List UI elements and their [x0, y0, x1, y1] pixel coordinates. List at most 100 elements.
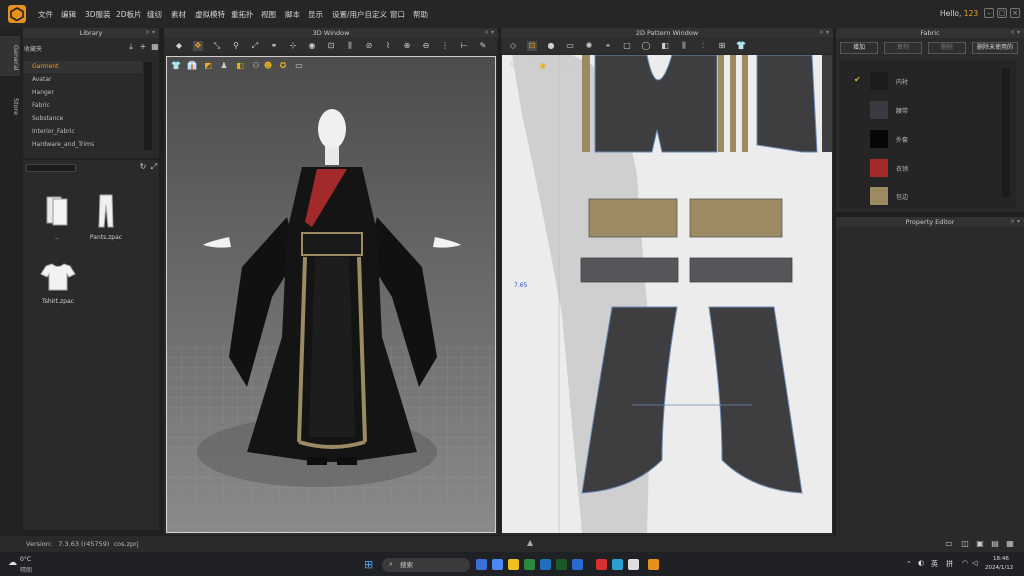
texture-mode-icon[interactable]: ◩: [203, 61, 213, 71]
pattern-view-icon[interactable]: ⤢: [523, 61, 533, 71]
tuck-icon[interactable]: ⊹: [288, 41, 298, 51]
pen-icon[interactable]: ✎: [508, 61, 518, 71]
polygon-icon[interactable]: ▭: [565, 41, 575, 51]
network-icon[interactable]: ◠: [962, 559, 968, 567]
library-item-interior-fabric[interactable]: Interior_Fabric: [24, 126, 142, 138]
fabric-paint-icon[interactable]: ⊞: [717, 41, 727, 51]
menu-2d-pattern[interactable]: 2D板片: [116, 9, 142, 20]
free-sew-icon[interactable]: ⫼: [679, 41, 689, 51]
measure-icon[interactable]: ⤢: [250, 41, 260, 51]
ime-lang[interactable]: 英: [931, 559, 938, 569]
fold-icon[interactable]: ⚭: [269, 41, 279, 51]
avatar-mode-icon[interactable]: 👕: [171, 61, 181, 71]
menu-file[interactable]: 文件: [38, 9, 53, 20]
pin-icon[interactable]: ⚲: [231, 41, 241, 51]
menu-help[interactable]: 帮助: [413, 9, 428, 20]
dart-icon[interactable]: ⌖: [603, 41, 613, 51]
edit-point-icon[interactable]: ●: [546, 41, 556, 51]
fabric-item[interactable]: 包边: [842, 183, 1002, 209]
taskbar-app-icon[interactable]: [556, 559, 567, 570]
transform-icon[interactable]: ⤡: [212, 41, 222, 51]
layout-icon[interactable]: ▭: [944, 539, 954, 549]
taskbar-clo-icon[interactable]: [648, 559, 659, 570]
taskbar-app-icon[interactable]: [628, 559, 639, 570]
copy-fabric-button[interactable]: 复制: [884, 42, 922, 54]
clo-logo-icon[interactable]: [8, 5, 26, 23]
circle-icon[interactable]: ◯: [641, 41, 651, 51]
download-icon[interactable]: ⤓: [126, 42, 136, 52]
floor-icon[interactable]: ▭: [294, 61, 304, 71]
library-item-garment[interactable]: Garment: [24, 61, 142, 73]
fabric-item[interactable]: ✔ 内衬: [842, 68, 1002, 94]
menu-3d-garment[interactable]: 3D服装: [85, 9, 111, 20]
library-item-hanger[interactable]: Hanger: [24, 87, 142, 99]
rectangle-icon[interactable]: ▢: [622, 41, 632, 51]
weather-icon[interactable]: ☁: [8, 558, 17, 568]
tray-app-icon[interactable]: ◐: [918, 559, 924, 567]
delete-fabric-button[interactable]: 删除: [928, 42, 966, 54]
annotate-icon[interactable]: ✎: [478, 41, 488, 51]
ime-mode[interactable]: 拼: [946, 559, 953, 569]
tshirt-thumbnail-icon[interactable]: [40, 262, 76, 292]
fabric-item[interactable]: 衣领: [842, 155, 1002, 181]
refresh-icon[interactable]: ↻: [138, 162, 148, 172]
add-fabric-button[interactable]: 增加: [840, 42, 878, 54]
fabric-show-icon[interactable]: ◧: [235, 61, 245, 71]
fabric-scrollbar[interactable]: [1002, 68, 1010, 198]
avatar-silhouette-icon[interactable]: ▣: [568, 61, 578, 71]
menu-materials[interactable]: 素材: [171, 9, 186, 20]
hanger-icon[interactable]: ⚇: [251, 61, 261, 71]
volume-icon[interactable]: ◁: [972, 559, 977, 567]
menu-script[interactable]: 脚本: [285, 9, 300, 20]
menu-sewing[interactable]: 缝纫: [147, 9, 162, 20]
panel-close-icon[interactable]: × ▾: [819, 28, 829, 38]
menu-display[interactable]: 显示: [308, 9, 323, 20]
close-button[interactable]: ×: [1010, 8, 1020, 18]
menu-retopology[interactable]: 重拓扑: [231, 9, 254, 20]
select-pattern-icon[interactable]: ◇: [508, 41, 518, 51]
panel-close-icon[interactable]: × ▾: [1010, 28, 1020, 38]
user-name[interactable]: 123: [964, 9, 978, 18]
figure-icon[interactable]: ☻: [263, 61, 273, 71]
panel-close-icon[interactable]: × ▾: [1010, 217, 1020, 227]
tab-store[interactable]: Store: [0, 92, 20, 122]
clock-date[interactable]: 2024/1/12: [985, 565, 1013, 571]
tray-chevron-icon[interactable]: ⌃: [906, 560, 912, 568]
trim-icon[interactable]: ⊢: [459, 41, 469, 51]
texture-view-icon[interactable]: ◉: [538, 61, 548, 71]
transform-pattern-icon[interactable]: ⊡: [527, 41, 537, 51]
taskbar-app-icon[interactable]: [596, 559, 607, 570]
taskbar-app-icon[interactable]: [476, 559, 487, 570]
expand-icon[interactable]: ⤢: [149, 162, 159, 172]
avatar-show-icon[interactable]: ♟: [219, 61, 229, 71]
pants-thumbnail-icon[interactable]: [96, 193, 116, 229]
clock-time[interactable]: 18:46: [993, 556, 1009, 562]
layout-full-icon[interactable]: ▦: [1005, 539, 1015, 549]
menu-window[interactable]: 窗口: [390, 9, 405, 20]
library-scrollbar[interactable]: [144, 62, 152, 150]
library-item-substance[interactable]: Substance: [24, 113, 142, 125]
fabric-item[interactable]: 腰带: [842, 97, 1002, 123]
library-item-hardware[interactable]: Hardware_and_Trims: [24, 139, 142, 151]
menu-edit[interactable]: 编辑: [61, 9, 76, 20]
viewport-3d[interactable]: [166, 56, 497, 534]
taskbar-app-icon[interactable]: [508, 559, 519, 570]
expand-up-icon[interactable]: ▲: [527, 538, 533, 547]
library-item-fabric[interactable]: Fabric: [24, 100, 142, 112]
panel-close-icon[interactable]: × ▾: [145, 28, 155, 38]
taskbar-search[interactable]: 搜索: [382, 558, 470, 572]
internal-line-icon[interactable]: ✺: [584, 41, 594, 51]
menu-settings[interactable]: 设置/用户自定义: [332, 9, 387, 20]
add-icon[interactable]: +: [138, 42, 148, 52]
arrangement-icon[interactable]: ✪: [278, 61, 288, 71]
pattern-canvas[interactable]: [502, 54, 832, 533]
maximize-button[interactable]: ▢: [997, 8, 1007, 18]
taskbar-app-icon[interactable]: [612, 559, 623, 570]
delete-unused-button[interactable]: 删除未使用的: [972, 42, 1018, 54]
taskbar-app-icon[interactable]: [540, 559, 551, 570]
layout-split-icon[interactable]: ◫: [960, 539, 970, 549]
garment-mode-icon[interactable]: 👔: [187, 61, 197, 71]
taskbar-app-icon[interactable]: [524, 559, 535, 570]
layout-2d-icon[interactable]: ▤: [990, 539, 1000, 549]
zipper-icon[interactable]: ⋮: [440, 41, 450, 51]
